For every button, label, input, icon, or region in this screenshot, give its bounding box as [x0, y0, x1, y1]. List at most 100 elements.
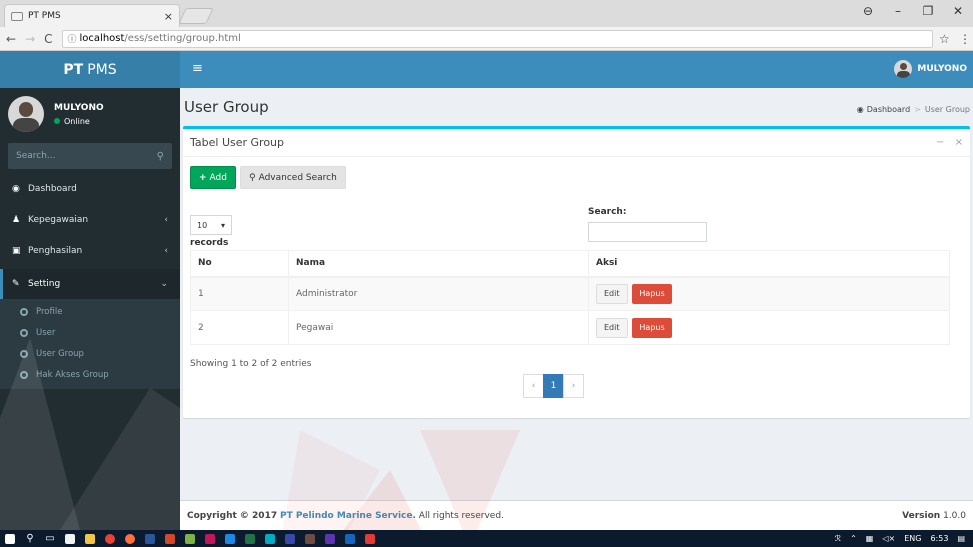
- app-icon[interactable]: [340, 530, 360, 547]
- avatar: [894, 60, 913, 78]
- windows-start-icon[interactable]: [0, 530, 20, 547]
- notification-icon[interactable]: ▤: [957, 534, 965, 543]
- hapus-button[interactable]: Hapus: [632, 317, 672, 338]
- excel-icon[interactable]: [240, 530, 260, 547]
- app-icon[interactable]: [280, 530, 300, 547]
- collapse-icon[interactable]: −: [936, 137, 944, 148]
- url-host: localhost: [79, 33, 125, 44]
- reload-icon[interactable]: C: [44, 32, 52, 46]
- app-icon[interactable]: [200, 530, 220, 547]
- chrome-icon[interactable]: [100, 530, 120, 547]
- chevron-down-icon: ⌄: [160, 279, 168, 289]
- dashboard-icon: ◉: [856, 105, 864, 114]
- pagination-next[interactable]: ›: [563, 374, 584, 398]
- sidebar-item-label: Setting: [28, 279, 61, 289]
- firefox-icon[interactable]: [120, 530, 140, 547]
- sidebar-subitem-hak-akses-group[interactable]: Hak Akses Group: [0, 364, 180, 385]
- version-value: 1.0.0: [943, 510, 966, 521]
- app-icon[interactable]: [260, 530, 280, 547]
- sidebar-item-label: Penghasilan: [28, 246, 83, 256]
- address-bar: ← → C ⓘ localhost /ess/setting/group.htm…: [0, 27, 973, 51]
- browser-tab[interactable]: PT PMS ×: [4, 4, 180, 27]
- sidebar-toggle-icon[interactable]: ≡: [192, 61, 203, 76]
- sidebar-subitem-user[interactable]: User: [0, 322, 180, 343]
- close-icon[interactable]: ×: [955, 137, 963, 148]
- sidebar-item-dashboard[interactable]: ◉ Dashboard: [0, 174, 180, 204]
- new-tab-button[interactable]: [178, 8, 214, 24]
- navbar-user-menu[interactable]: MULYONO: [894, 60, 967, 78]
- sidebar-item-setting[interactable]: ✎ Setting ⌄: [0, 269, 180, 299]
- task-view-icon[interactable]: ▭: [40, 530, 60, 547]
- network-icon[interactable]: ▦: [866, 534, 874, 543]
- sidebar-subitem-label: Hak Akses Group: [36, 369, 109, 380]
- tab-close-icon[interactable]: ×: [164, 10, 173, 23]
- url-field[interactable]: ⓘ localhost /ess/setting/group.html: [61, 29, 933, 48]
- forward-arrow-icon[interactable]: →: [25, 32, 35, 46]
- language-indicator[interactable]: ENG: [904, 534, 921, 543]
- info-icon[interactable]: ⓘ: [68, 32, 77, 45]
- store-icon[interactable]: [60, 530, 80, 547]
- plus-icon: +: [199, 172, 207, 183]
- column-header-aksi: Aksi: [588, 250, 950, 278]
- browser-menu-icon[interactable]: ⋮: [959, 32, 973, 46]
- action-buttons: + Add ⚲ Advanced Search: [190, 166, 350, 189]
- powerpoint-icon[interactable]: [160, 530, 180, 547]
- column-header-nama[interactable]: Nama: [288, 250, 589, 278]
- app-logo[interactable]: PT PMS: [0, 51, 180, 88]
- sidebar-subitem-profile[interactable]: Profile: [0, 301, 180, 322]
- search-icon[interactable]: ⚲: [20, 530, 40, 547]
- breadcrumb-home[interactable]: Dashboard: [867, 105, 910, 114]
- app-icon[interactable]: [220, 530, 240, 547]
- advanced-search-button[interactable]: ⚲ Advanced Search: [239, 166, 346, 189]
- circle-icon: [20, 328, 28, 337]
- sidebar-item-penghasilan[interactable]: ▣ Penghasilan ‹: [0, 236, 180, 266]
- app-icon[interactable]: [320, 530, 340, 547]
- setting-submenu: Profile User User Group Hak Akses Group: [0, 299, 180, 389]
- records-length: 10 ▾ records: [190, 215, 232, 248]
- app-icon[interactable]: [180, 530, 200, 547]
- people-icon[interactable]: ℛ: [835, 534, 841, 543]
- hapus-button[interactable]: Hapus: [632, 283, 672, 304]
- column-header-no[interactable]: No: [190, 250, 289, 278]
- app-icon[interactable]: [360, 530, 380, 547]
- volume-icon[interactable]: ◁×: [882, 534, 895, 543]
- account-circle-icon[interactable]: ⊖: [853, 4, 883, 18]
- table-info: Showing 1 to 2 of 2 entries: [190, 359, 312, 369]
- add-button[interactable]: + Add: [190, 166, 236, 189]
- search-icon[interactable]: ⚲: [157, 151, 164, 162]
- bookmark-star-icon[interactable]: ☆: [939, 32, 959, 46]
- restore-button[interactable]: ❐: [913, 4, 943, 18]
- app-icon[interactable]: [300, 530, 320, 547]
- logo-bold: PT: [63, 61, 84, 78]
- company-link[interactable]: PT Pelindo Marine Service.: [280, 511, 416, 521]
- search-icon: ⚲: [248, 172, 256, 183]
- edit-button[interactable]: Edit: [596, 283, 628, 304]
- sidebar-search-input[interactable]: [16, 151, 157, 161]
- table-header-row: No Nama Aksi: [190, 250, 950, 278]
- chevron-up-icon[interactable]: ⌃: [850, 534, 857, 543]
- edit-button[interactable]: Edit: [596, 317, 628, 338]
- sidebar-subitem-label: User Group: [36, 348, 84, 359]
- minimize-button[interactable]: –: [883, 4, 913, 18]
- close-window-button[interactable]: ✕: [943, 4, 973, 18]
- clock[interactable]: 6:53: [930, 534, 948, 543]
- table-search-input[interactable]: [588, 222, 707, 242]
- pagination: ‹ 1 ›: [523, 374, 584, 398]
- box-tools: − ×: [929, 137, 963, 148]
- sidebar-item-kepegawaian[interactable]: ♟ Kepegawaian ‹: [0, 205, 180, 235]
- user-group-box: Tabel User Group − × + Add ⚲ Advanced Se…: [183, 126, 970, 418]
- back-arrow-icon[interactable]: ←: [6, 32, 16, 46]
- browser-tab-strip: PT PMS × ⊖ – ❐ ✕: [0, 0, 973, 27]
- file-explorer-icon[interactable]: [80, 530, 100, 547]
- records-length-select[interactable]: 10 ▾: [190, 215, 232, 235]
- sidebar-subitem-user-group[interactable]: User Group: [0, 343, 180, 364]
- table-row: 2 Pegawai Edit Hapus: [190, 310, 950, 345]
- circle-icon: [20, 370, 28, 379]
- navbar-user-name: MULYONO: [917, 64, 967, 74]
- tab-favicon-icon: [11, 11, 23, 21]
- page-title: User Group: [184, 98, 269, 116]
- word-icon[interactable]: [140, 530, 160, 547]
- money-icon: ▣: [12, 246, 21, 256]
- pagination-prev[interactable]: ‹: [523, 374, 544, 398]
- pagination-page-1[interactable]: 1: [543, 374, 564, 398]
